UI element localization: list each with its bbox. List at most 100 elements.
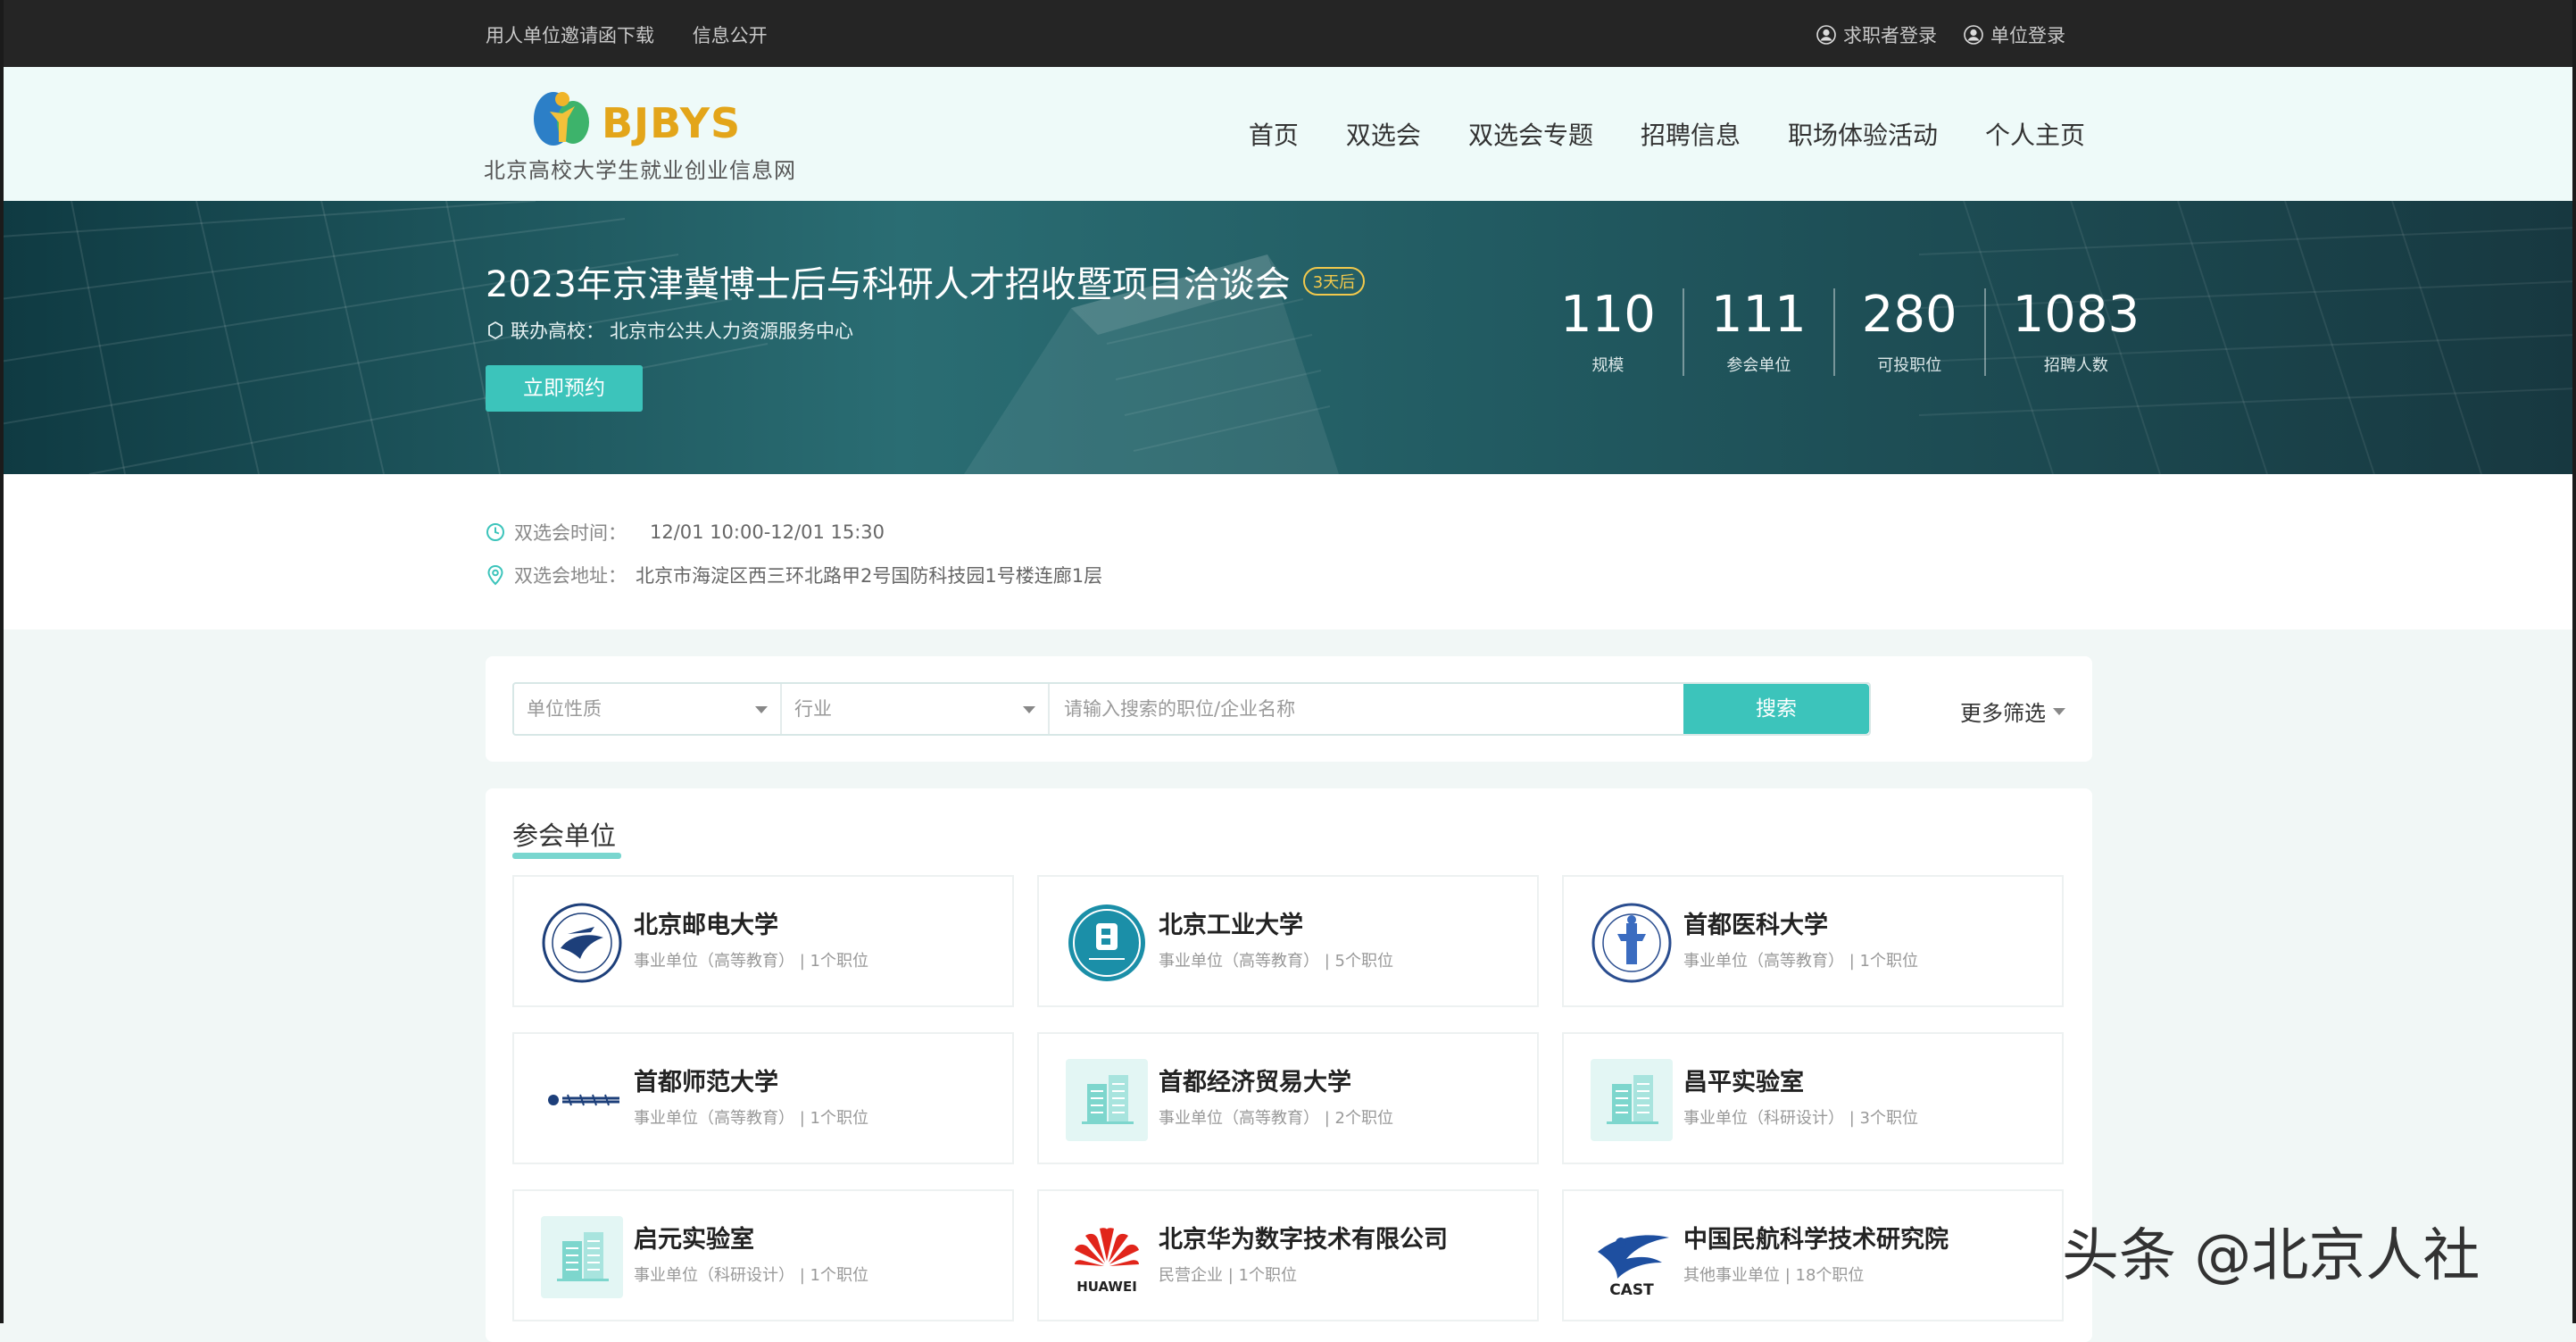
stat-hires: 1083 招聘人数 [1986,288,2167,376]
industry-select[interactable]: 行业 [782,684,1050,734]
company-meta: 事业单位（科研设计） | 1个职位 [634,1266,868,1285]
company-meta: 事业单位（高等教育） | 1个职位 [634,952,868,971]
company-card[interactable]: CAST 中国民航科学技术研究院 其他事业单位 | 18个职位 [1562,1189,2064,1321]
company-card[interactable]: 启元实验室 事业单位（科研设计） | 1个职位 [512,1189,1014,1321]
event-title-text: 2023年京津冀博士后与科研人才招收暨项目洽谈会 [486,264,1291,305]
event-address-value: 北京市海淀区西三环北路甲2号国防科技园1号楼连廊1层 [636,565,1103,587]
huawei-logo-icon: HUAWEI [1075,1228,1139,1295]
unit-type-select[interactable]: 单位性质 [514,684,782,734]
stat-value: 1083 [2012,286,2140,344]
svg-text:HUAWEI: HUAWEI [1076,1279,1137,1295]
window-frame-right [2572,0,2576,1323]
company-card[interactable]: 首都经济贸易大学 事业单位（高等教育） | 2个职位 [1037,1032,1539,1164]
bupt-logo-icon [542,903,622,983]
company-card[interactable]: 昌平实验室 事业单位（科研设计） | 3个职位 [1562,1032,2064,1164]
nav-workplace-experience[interactable]: 职场体验活动 [1788,116,1938,152]
invitation-download-link[interactable]: 用人单位邀请函下载 [486,25,654,46]
event-banner: 2023年京津冀博士后与科研人才招收暨项目洽谈会 3天后 联办高校： 北京市公共… [0,201,2576,474]
company-card[interactable]: 首都师范大学 事业单位（高等教育） | 1个职位 [512,1032,1014,1164]
stat-label: 参会单位 [1726,356,1791,375]
countdown-badge: 3天后 [1302,267,1366,296]
event-time-value: 12/01 10:00-12/01 15:30 [650,521,885,543]
event-info: 双选会时间： 12/01 10:00-12/01 15:30 双选会地址： 北京… [4,474,2572,629]
stat-label: 可投职位 [1877,356,1942,375]
company-meta: 事业单位（高等教育） | 1个职位 [1683,952,1918,971]
building-icon [541,1216,623,1298]
section-title-text: 参会单位 [512,821,617,851]
company-name: 北京华为数字技术有限公司 [1159,1226,1448,1254]
top-links: 用人单位邀请函下载 信息公开 [486,21,800,48]
chevron-down-icon [755,706,768,713]
event-address-row: 双选会地址： 北京市海淀区西三环北路甲2号国防科技园1号楼连廊1层 [486,562,1102,588]
participating-companies: 参会单位 北京邮电大学 事业单位（高等教育） | 1个职位 北京工业大学 事业单… [486,788,2092,1342]
chevron-down-icon [2053,707,2065,715]
stat-companies: 111 参会单位 [1684,288,1835,376]
seeker-login-link[interactable]: 求职者登录 [1816,21,1937,48]
logo-mark-icon [534,92,589,146]
section-title: 参会单位 [512,815,621,859]
svg-text:CAST: CAST [1609,1281,1654,1298]
company-login-link[interactable]: 单位登录 [1964,21,2065,48]
nav-recruitment[interactable]: 招聘信息 [1641,116,1741,152]
company-meta: 民营企业 | 1个职位 [1159,1266,1297,1285]
company-card[interactable]: 北京工业大学 事业单位（高等教育） | 5个职位 [1037,875,1539,1007]
company-meta: 事业单位（高等教育） | 1个职位 [634,1109,868,1128]
company-card[interactable]: HUAWEI 北京华为数字技术有限公司 民营企业 | 1个职位 [1037,1189,1539,1321]
industry-placeholder: 行业 [794,698,832,720]
company-name: 北京工业大学 [1159,912,1303,939]
company-card[interactable]: 首都医科大学 事业单位（高等教育） | 1个职位 [1562,875,2064,1007]
more-filters-button[interactable]: 更多筛选 [1960,696,2065,727]
event-title: 2023年京津冀博士后与科研人才招收暨项目洽谈会 3天后 [486,255,1366,307]
search-panel: 单位性质 行业 搜索 更多筛选 [486,656,2092,762]
company-name: 启元实验室 [634,1226,754,1254]
site-logo[interactable]: BJBYS 北京高校大学生就业创业信息网 [482,87,795,185]
event-time-row: 双选会时间： 12/01 10:00-12/01 15:30 [486,519,885,546]
clock-icon [486,523,504,541]
search-input[interactable] [1050,684,1683,734]
company-name: 首都师范大学 [634,1069,778,1096]
login-links: 求职者登录 单位登录 [1816,21,2065,48]
cnu-logo-icon [541,1059,623,1141]
event-stats: 110 规模 111 参会单位 280 可投职位 1083 招聘人数 [1533,288,2166,376]
event-address-label: 双选会地址： [514,565,627,587]
info-disclosure-link[interactable]: 信息公开 [693,25,768,46]
user-icon [1816,25,1836,45]
company-meta: 事业单位（高等教育） | 2个职位 [1159,1109,1393,1128]
company-login-label: 单位登录 [1990,25,2065,46]
top-bar: 用人单位邀请函下载 信息公开 求职者登录 单位登录 [0,0,2576,67]
company-meta: 事业单位（高等教育） | 5个职位 [1159,952,1393,971]
user-icon [1964,25,1983,45]
site-header: BJBYS 北京高校大学生就业创业信息网 首页 双选会 双选会专题 招聘信息 职… [0,67,2576,201]
logo-brand: BJBYS [602,99,742,147]
stat-value: 111 [1710,286,1807,344]
company-meta: 事业单位（科研设计） | 3个职位 [1683,1109,1918,1128]
cast-logo-icon: CAST [1598,1235,1669,1298]
banner-background [0,201,2576,474]
nav-job-fair-topics[interactable]: 双选会专题 [1468,116,1593,152]
reserve-button[interactable]: 立即预约 [486,365,643,412]
search-button[interactable]: 搜索 [1683,684,1869,734]
company-meta: 其他事业单位 | 18个职位 [1683,1266,1865,1285]
section-title-underline [512,853,621,859]
event-time-label: 双选会时间： [514,522,627,544]
nav-home[interactable]: 首页 [1249,116,1299,152]
company-name: 中国民航科学技术研究院 [1683,1226,1949,1254]
location-pin-icon [487,564,503,586]
company-name: 北京邮电大学 [634,912,778,939]
company-card[interactable]: 北京邮电大学 事业单位（高等教育） | 1个职位 [512,875,1014,1007]
building-icon [1066,1059,1148,1141]
stat-label: 招聘人数 [2043,356,2108,375]
stat-scale: 110 规模 [1533,288,1684,376]
company-name: 首都医科大学 [1683,912,1828,939]
seeker-login-label: 求职者登录 [1843,25,1937,46]
unit-type-placeholder: 单位性质 [527,698,602,720]
nav-profile[interactable]: 个人主页 [1985,116,2085,152]
nav-job-fair[interactable]: 双选会 [1346,116,1421,152]
chevron-down-icon [1023,706,1035,713]
more-filters-label: 更多筛选 [1960,701,2046,726]
organizer-icon [488,321,503,340]
logo-subtitle: 北京高校大学生就业创业信息网 [484,158,796,183]
company-name: 昌平实验室 [1683,1069,1804,1096]
watermark: 头条 @北京人社 [2062,1223,2480,1289]
building-icon [1591,1059,1673,1141]
